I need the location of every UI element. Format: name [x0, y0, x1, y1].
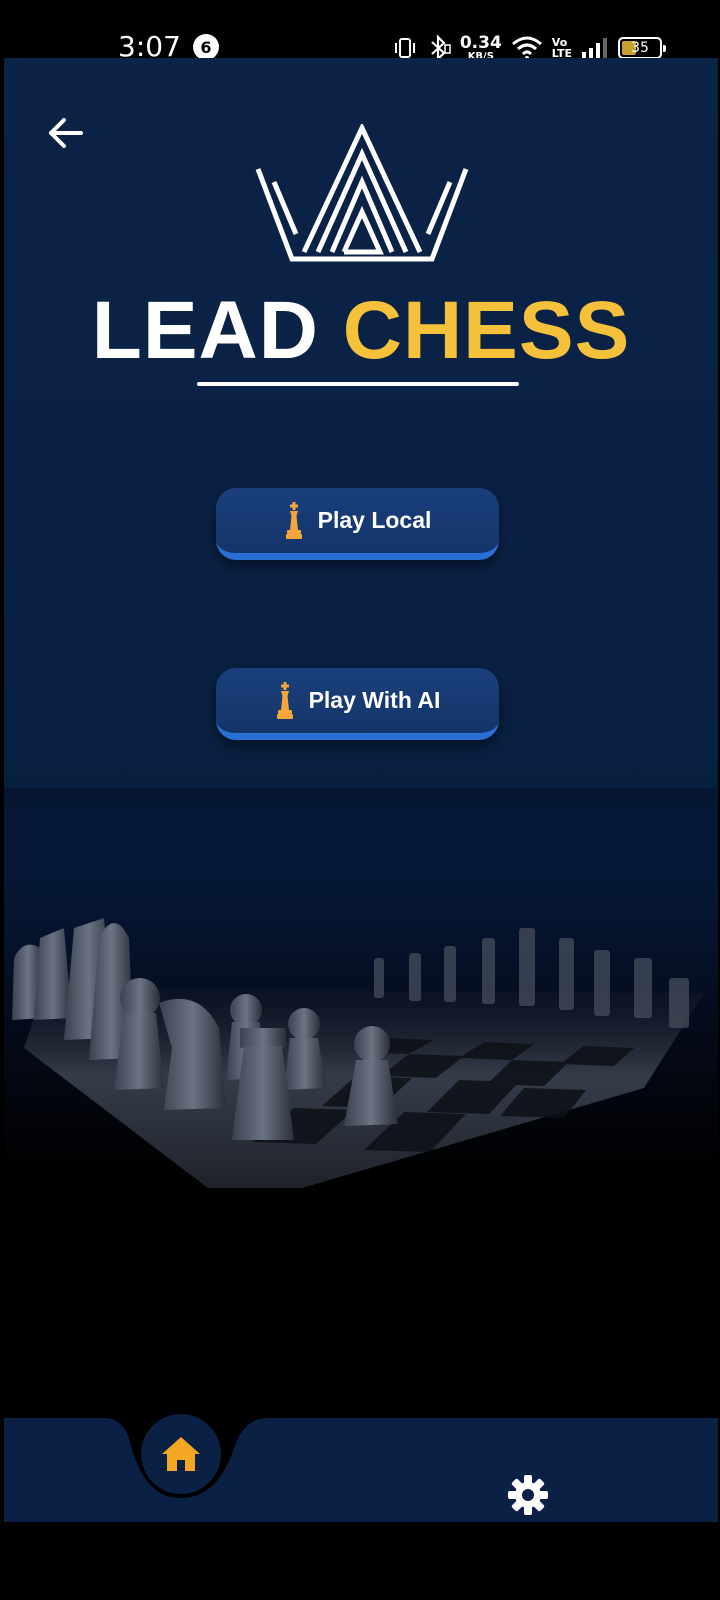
- app-logo-title: LEAD CHESS: [4, 284, 718, 378]
- net-speed-value: 0.34: [459, 32, 502, 53]
- logo-word-chess: CHESS: [342, 285, 631, 376]
- nav-bar-background: [4, 1418, 718, 1522]
- nav-settings-button[interactable]: [505, 1472, 551, 1518]
- chess-king-icon: [285, 501, 302, 539]
- main-screen: LEAD CHESS Play Local Play With AI: [4, 58, 718, 1418]
- signal-icon: [582, 38, 607, 59]
- battery-icon: 35: [618, 37, 666, 59]
- play-local-button[interactable]: Play Local: [216, 488, 499, 560]
- arrow-left-icon: [49, 118, 83, 148]
- battery-level: 35: [631, 40, 649, 56]
- bottom-navigation-bar: [4, 1418, 718, 1522]
- chess-king-icon: [276, 681, 293, 719]
- play-with-ai-button[interactable]: Play With AI: [216, 668, 499, 740]
- crown-logo-icon: [255, 124, 469, 262]
- play-local-label: Play Local: [317, 507, 432, 533]
- logo-underline: [197, 382, 519, 386]
- volte-indicator: Vo LTE: [552, 37, 572, 59]
- notification-badge: 6: [193, 34, 219, 60]
- gear-icon: [508, 1475, 548, 1515]
- home-icon: [162, 1437, 200, 1471]
- back-button[interactable]: [42, 110, 88, 156]
- logo-word-lead: LEAD: [91, 285, 319, 376]
- nav-home-button[interactable]: [141, 1414, 221, 1494]
- play-with-ai-label: Play With AI: [308, 687, 441, 713]
- chessboard-illustration: [4, 788, 718, 1188]
